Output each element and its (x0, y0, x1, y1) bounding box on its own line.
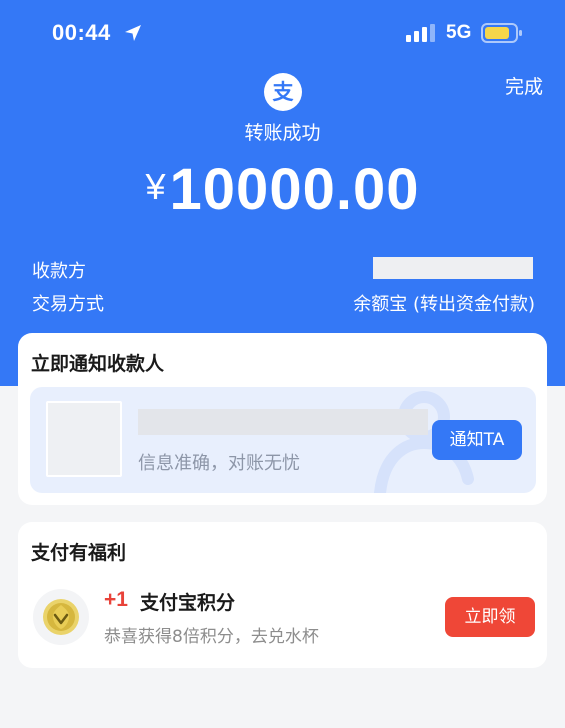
notify-subtitle: 信息准确，对账无忧 (138, 453, 300, 474)
payment-method-row: 交易方式 余额宝 (转出资金付款) (32, 290, 535, 316)
battery-icon (481, 23, 522, 43)
claim-now-button[interactable]: 立即领 (445, 597, 535, 637)
signal-bars-icon (406, 24, 435, 42)
benefit-card-title: 支付有福利 (31, 542, 127, 564)
payee-avatar-redacted (46, 401, 122, 477)
network-type: 5G (446, 22, 472, 43)
payment-method-label: 交易方式 (32, 294, 104, 315)
benefit-card: 支付有福利 +1 支付宝积分 恭喜获得8倍积分，去兑水杯 立即领 (18, 522, 547, 668)
amount-display: ¥10000.00 (0, 156, 565, 223)
alipay-logo-icon: 支 (264, 73, 302, 111)
location-arrow-icon (125, 25, 141, 41)
svg-text:支: 支 (273, 80, 295, 104)
points-increment: +1 (104, 588, 128, 611)
status-bar: 00:44 5G (0, 0, 565, 66)
payment-method-value: 余额宝 (转出资金付款) (353, 294, 535, 315)
points-subtitle: 恭喜获得8倍积分，去兑水杯 (104, 627, 319, 647)
notify-card-title: 立即通知收款人 (31, 353, 165, 375)
notify-button[interactable]: 通知TA (432, 420, 522, 460)
notify-payee-card: 立即通知收款人 信息准确，对账无忧 通知TA (18, 333, 547, 505)
status-time: 00:44 (52, 20, 111, 45)
done-button[interactable]: 完成 (505, 72, 543, 99)
payee-name-redacted (373, 257, 533, 279)
success-title: 转账成功 (244, 122, 321, 144)
currency-symbol: ¥ (145, 166, 166, 207)
payee-account-redacted (138, 409, 428, 435)
points-coin-icon (33, 589, 89, 645)
payee-label: 收款方 (32, 261, 86, 282)
amount-value: 10000.00 (169, 157, 420, 222)
notify-payee-panel: 信息准确，对账无忧 通知TA (30, 387, 536, 493)
points-title: 支付宝积分 (140, 592, 236, 614)
payee-row: 收款方 (32, 257, 535, 283)
